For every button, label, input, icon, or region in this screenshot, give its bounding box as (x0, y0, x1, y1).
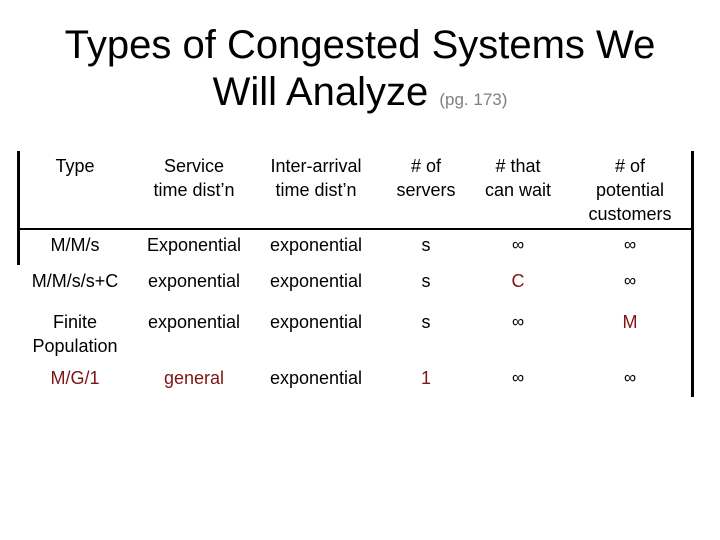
cell-service: Exponential (146, 235, 242, 255)
header-num-servers: # of servers (376, 154, 476, 202)
table-right-border (691, 151, 694, 397)
header-interarrival-line1: Inter-arrival (270, 156, 362, 176)
header-num-potential-customers: # of potential customers (570, 154, 690, 226)
header-servers-line2: servers (396, 180, 456, 200)
cell-can-wait: ∞ (511, 368, 525, 387)
cell-service: general (163, 368, 225, 388)
cell-can-wait: ∞ (511, 312, 525, 331)
header-service-time: Service time dist’n (134, 154, 254, 202)
header-num-can-wait: # that can wait (468, 154, 568, 202)
cell-can-wait: C (511, 271, 525, 291)
header-canwait-line1: # that (495, 156, 541, 176)
cell-interarrival: exponential (269, 235, 363, 255)
cell-servers: 1 (420, 368, 431, 388)
cell-type: M/M/s (50, 235, 100, 255)
header-type-text: Type (55, 156, 95, 176)
cell-servers: s (421, 271, 431, 291)
cell-can-wait: ∞ (511, 235, 525, 254)
header-type: Type (15, 154, 135, 178)
cell-service: exponential (147, 271, 241, 291)
cell-potential: ∞ (623, 368, 637, 387)
cell-servers: s (421, 312, 431, 332)
page-reference: (pg. 173) (439, 90, 508, 109)
cell-type: Finite Population (15, 310, 135, 358)
cell-potential: ∞ (623, 271, 637, 290)
cell-interarrival: exponential (269, 271, 363, 291)
header-canwait-line2: can wait (484, 180, 552, 200)
header-service-line1: Service (163, 156, 225, 176)
cell-service: exponential (147, 312, 241, 332)
header-divider (17, 228, 694, 230)
header-potential-line1: # of (614, 156, 646, 176)
slide-title-line1: Types of Congested Systems We (64, 23, 656, 67)
header-potential-line3: customers (588, 204, 672, 224)
cell-potential: M (622, 312, 638, 332)
header-potential-line2: potential (595, 180, 665, 200)
cell-type-line1: Finite (52, 312, 97, 332)
header-servers-line1: # of (410, 156, 442, 176)
cell-type: M/M/s/s+C (31, 271, 119, 291)
slide-title-line2: Will Analyze (pg. 173) (0, 69, 720, 123)
header-service-line2: time dist’n (153, 180, 235, 200)
slide-title: Types of Congested Systems We Will Analy… (0, 22, 720, 123)
cell-type-line2: Population (32, 336, 118, 356)
cell-interarrival: exponential (269, 368, 363, 388)
cell-interarrival: exponential (269, 312, 363, 332)
header-interarrival-time: Inter-arrival time dist’n (256, 154, 376, 202)
cell-potential: ∞ (623, 235, 637, 254)
header-interarrival-line2: time dist’n (275, 180, 357, 200)
cell-servers: s (421, 235, 431, 255)
slide-title-line2-text: Will Analyze (212, 70, 429, 114)
cell-type: M/G/1 (50, 368, 100, 388)
